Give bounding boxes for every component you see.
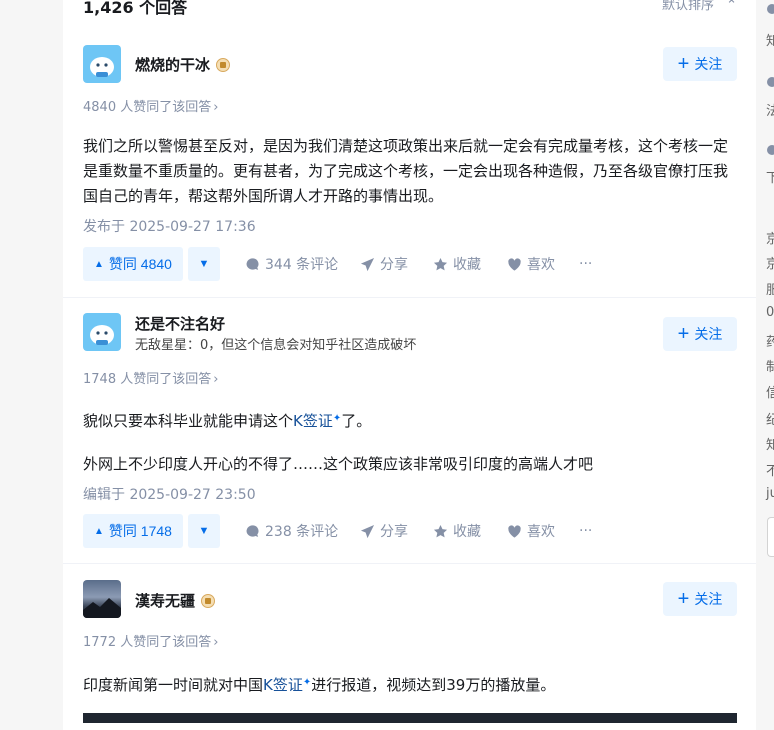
avatar[interactable]	[83, 580, 121, 618]
heart-icon	[508, 257, 521, 271]
answer-paragraph: 我们之所以警惕甚至反对，是因为我们清楚这项政策出来后就一定会有完成量考核，这个考…	[83, 137, 729, 205]
downvote-button[interactable]: ▼	[188, 514, 220, 548]
star-icon	[433, 257, 448, 270]
author-name[interactable]: 还是不注名好	[135, 313, 225, 334]
sidebar-text: 京	[766, 257, 774, 272]
sparkle-icon: ✦	[302, 677, 312, 688]
info-icon	[767, 145, 774, 155]
upvote-button[interactable]: ▲ 赞同 1748	[83, 514, 183, 548]
sort-label: 默认排序	[661, 0, 714, 13]
info-icon	[767, 4, 774, 14]
downvote-button[interactable]: ▼	[188, 247, 220, 281]
more-icon: ···	[579, 523, 593, 539]
action-bar: ▲ 赞同 1748 ▼ 238 条评论 分享 收藏 喜欢 ···	[83, 514, 737, 548]
comment-button[interactable]: 238 条评论	[245, 514, 338, 548]
avatar[interactable]	[83, 313, 121, 351]
action-bar: ▲ 赞同 4840 ▼ 344 条评论 分享 收藏 喜欢 ···	[83, 247, 737, 281]
sidebar-text: 药	[766, 335, 774, 350]
sidebar-text: 京	[766, 232, 774, 247]
answer-count: 1,426 个回答	[83, 0, 188, 17]
chevron-right-icon: ›	[213, 635, 219, 650]
video-thumbnail[interactable]	[83, 713, 737, 723]
sidebar-text: ju	[766, 486, 774, 501]
answer-item: 漢寿无疆 + 关注 1772 人赞同了该回答 › 印度新闻第一时间就对中国K签证✦…	[83, 580, 737, 710]
upvote-button[interactable]: ▲ 赞同 4840	[83, 247, 183, 281]
triangle-up-icon: ▲	[94, 525, 104, 537]
plus-icon: +	[677, 53, 690, 75]
chevron-updown-icon: ⌃	[726, 0, 737, 13]
sidebar-text: 服	[766, 283, 774, 298]
plus-icon: +	[677, 588, 690, 610]
answer-paragraph: 印度新闻第一时间就对中国K签证✦进行报道，视频达到39万的播放量。	[83, 676, 556, 694]
collect-button[interactable]: 收藏	[433, 514, 481, 548]
follow-button[interactable]: + 关注	[663, 47, 737, 81]
plus-icon: +	[677, 323, 690, 345]
answer-time[interactable]: 发布于 2025-09-27 17:36	[83, 216, 256, 236]
k-visa-link[interactable]: K签证✦	[263, 676, 311, 694]
more-button[interactable]: ···	[579, 247, 592, 281]
votes-meta[interactable]: 1748 人赞同了该回答 ›	[83, 368, 218, 387]
comment-icon	[246, 257, 259, 270]
sidebar-text[interactable]: 下	[766, 167, 774, 186]
sparkle-icon: ✦	[332, 413, 342, 424]
sidebar-text: 0	[766, 305, 774, 320]
chevron-right-icon: ›	[213, 372, 219, 387]
sidebar-text: 知	[766, 438, 774, 453]
divider	[63, 297, 756, 298]
follow-button[interactable]: + 关注	[663, 317, 737, 351]
share-icon	[360, 257, 375, 271]
share-icon	[360, 524, 375, 538]
votes-meta[interactable]: 4840 人赞同了该回答 ›	[83, 96, 218, 115]
k-visa-link[interactable]: K签证✦	[293, 412, 341, 430]
sidebar-text[interactable]: 知	[766, 30, 774, 49]
author-bio: 无敌星星：0，但这个信息会对知乎社区造成破坏	[135, 338, 417, 353]
answer-item: 还是不注名好 无敌星星：0，但这个信息会对知乎社区造成破坏 + 关注 1748 …	[83, 313, 737, 553]
triangle-up-icon: ▲	[94, 258, 104, 270]
sidebar-text: 不	[766, 464, 774, 479]
divider	[63, 563, 756, 564]
triangle-down-icon: ▼	[198, 258, 210, 270]
avatar[interactable]	[83, 45, 121, 83]
answer-paragraph: 貌似只要本科毕业就能申请这个K签证✦了。	[83, 412, 372, 430]
more-icon: ···	[579, 256, 593, 272]
comment-button[interactable]: 344 条评论	[245, 247, 338, 281]
badge-icon	[216, 58, 231, 72]
follow-button[interactable]: + 关注	[663, 582, 737, 616]
share-button[interactable]: 分享	[360, 514, 408, 548]
sidebar-text[interactable]: 法	[766, 100, 774, 119]
share-button[interactable]: 分享	[360, 247, 408, 281]
comment-icon	[246, 524, 259, 537]
right-sidebar: 知 法 下 京 京 服 0 药 制 信 纪 知 不 ju	[757, 0, 774, 717]
chevron-right-icon: ›	[213, 100, 219, 115]
sidebar-text: 制	[766, 360, 774, 375]
sort-toggle[interactable]: 默认排序 ⌃	[662, 0, 737, 13]
answer-paragraph: 外网上不少印度人开心的不得了……这个政策应该非常吸引印度的高端人才吧	[83, 455, 594, 473]
author-name[interactable]: 燃烧的干冰	[135, 54, 231, 75]
sidebar-button[interactable]	[767, 517, 774, 557]
pin-icon	[767, 77, 774, 87]
answer-item: 燃烧的干冰 + 关注 4840 人赞同了该回答 › 我们之所以警惕甚至反对，是因为…	[83, 45, 737, 285]
heart-icon	[508, 524, 521, 538]
more-button[interactable]: ···	[579, 514, 592, 548]
votes-meta[interactable]: 1772 人赞同了该回答 ›	[83, 631, 218, 650]
sidebar-text: 信	[766, 386, 774, 401]
answer-time[interactable]: 编辑于 2025-09-27 23:50	[83, 484, 256, 504]
like-button[interactable]: 喜欢	[507, 247, 555, 281]
badge-icon	[201, 594, 216, 608]
answers-header: 1,426 个回答 默认排序 ⌃	[83, 0, 737, 17]
like-button[interactable]: 喜欢	[507, 514, 555, 548]
sidebar-text: 纪	[766, 413, 774, 428]
triangle-down-icon: ▼	[198, 525, 210, 537]
author-name[interactable]: 漢寿无疆	[135, 590, 216, 611]
collect-button[interactable]: 收藏	[433, 247, 481, 281]
star-icon	[433, 524, 448, 537]
